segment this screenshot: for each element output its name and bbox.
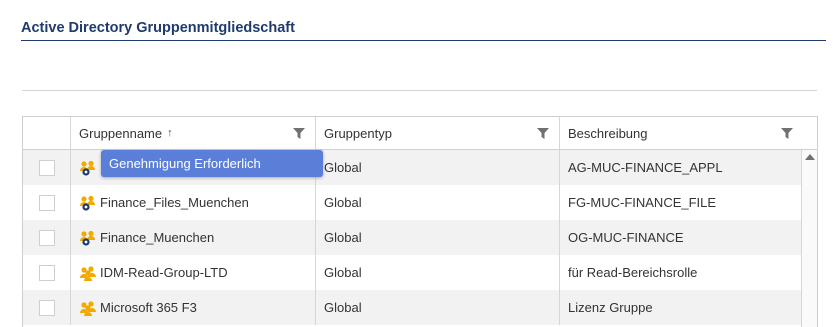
title-divider bbox=[21, 40, 826, 41]
column-header-beschreibung[interactable]: Beschreibung bbox=[560, 117, 803, 149]
row-checkbox[interactable] bbox=[38, 159, 55, 176]
page-title: Active Directory Gruppenmitgliedschaft bbox=[21, 20, 295, 36]
section-divider bbox=[22, 90, 817, 91]
vertical-scrollbar[interactable] bbox=[801, 150, 817, 327]
group-lock-icon bbox=[80, 230, 95, 246]
filter-icon[interactable] bbox=[293, 128, 305, 139]
row-checkbox[interactable] bbox=[38, 194, 55, 211]
row-select-cell bbox=[23, 150, 71, 185]
filter-icon[interactable] bbox=[537, 128, 549, 139]
sort-ascending-icon[interactable]: ↑ bbox=[167, 127, 173, 139]
header-select-column bbox=[23, 117, 71, 149]
group-membership-grid: Gruppenname ↑ Gruppentyp Beschreibung Gl… bbox=[22, 116, 818, 327]
cell-beschreibung: für Read-Bereichsrolle bbox=[568, 265, 698, 280]
cell-gruppentyp: Global bbox=[316, 150, 560, 185]
cell-gruppenname: IDM-Read-Group-LTD bbox=[71, 255, 316, 290]
table-row[interactable]: Finance_Files_Muenchen Global FG-MUC-FIN… bbox=[23, 185, 803, 220]
row-select-cell bbox=[23, 185, 71, 220]
cell-gruppenname: Finance_Files_Muenchen bbox=[71, 185, 316, 220]
group-icon bbox=[80, 265, 96, 281]
table-row[interactable]: IDM-Read-Group-LTD Global für Read-Berei… bbox=[23, 255, 803, 290]
row-select-cell bbox=[23, 255, 71, 290]
grid-header: Gruppenname ↑ Gruppentyp Beschreibung bbox=[23, 117, 817, 150]
cell-beschreibung: OG-MUC-FINANCE bbox=[568, 230, 684, 245]
group-icon bbox=[80, 300, 96, 316]
cell-beschreibung: FG-MUC-FINANCE_FILE bbox=[568, 195, 717, 210]
table-row[interactable]: Finance_Muenchen Global OG-MUC-FINANCE bbox=[23, 220, 803, 255]
row-checkbox[interactable] bbox=[38, 229, 55, 246]
group-lock-icon bbox=[80, 160, 95, 176]
column-label: Beschreibung bbox=[568, 125, 648, 141]
group-name: Finance_Muenchen bbox=[100, 230, 215, 245]
row-select-cell bbox=[23, 290, 71, 325]
row-checkbox[interactable] bbox=[38, 299, 55, 316]
cell-beschreibung: AG-MUC-FINANCE_APPL bbox=[568, 160, 723, 175]
cell-gruppenname: Finance_Muenchen bbox=[71, 220, 316, 255]
column-label: Gruppentyp bbox=[324, 125, 392, 141]
column-label: Gruppenname bbox=[79, 125, 163, 141]
row-checkbox[interactable] bbox=[38, 264, 55, 281]
cell-gruppentyp: Global bbox=[316, 290, 560, 325]
cell-gruppentyp: Global bbox=[316, 255, 560, 290]
cell-gruppenname: Microsoft 365 F3 bbox=[71, 290, 316, 325]
row-select-cell bbox=[23, 220, 71, 255]
filter-icon[interactable] bbox=[781, 128, 793, 139]
cell-gruppentyp: Global bbox=[316, 185, 560, 220]
group-name: IDM-Read-Group-LTD bbox=[100, 265, 228, 280]
table-row[interactable]: Microsoft 365 F3 Global Lizenz Gruppe bbox=[23, 290, 803, 325]
group-lock-icon bbox=[80, 195, 95, 211]
scroll-up-arrow-icon[interactable] bbox=[805, 154, 815, 160]
group-name: Microsoft 365 F3 bbox=[100, 300, 197, 315]
cell-beschreibung: Lizenz Gruppe bbox=[568, 300, 653, 315]
approval-tooltip: Genehmigung Erforderlich bbox=[101, 150, 323, 177]
column-header-gruppentyp[interactable]: Gruppentyp bbox=[316, 117, 560, 149]
cell-gruppentyp: Global bbox=[316, 220, 560, 255]
group-name: Finance_Files_Muenchen bbox=[100, 195, 249, 210]
column-header-gruppenname[interactable]: Gruppenname ↑ bbox=[71, 117, 316, 149]
